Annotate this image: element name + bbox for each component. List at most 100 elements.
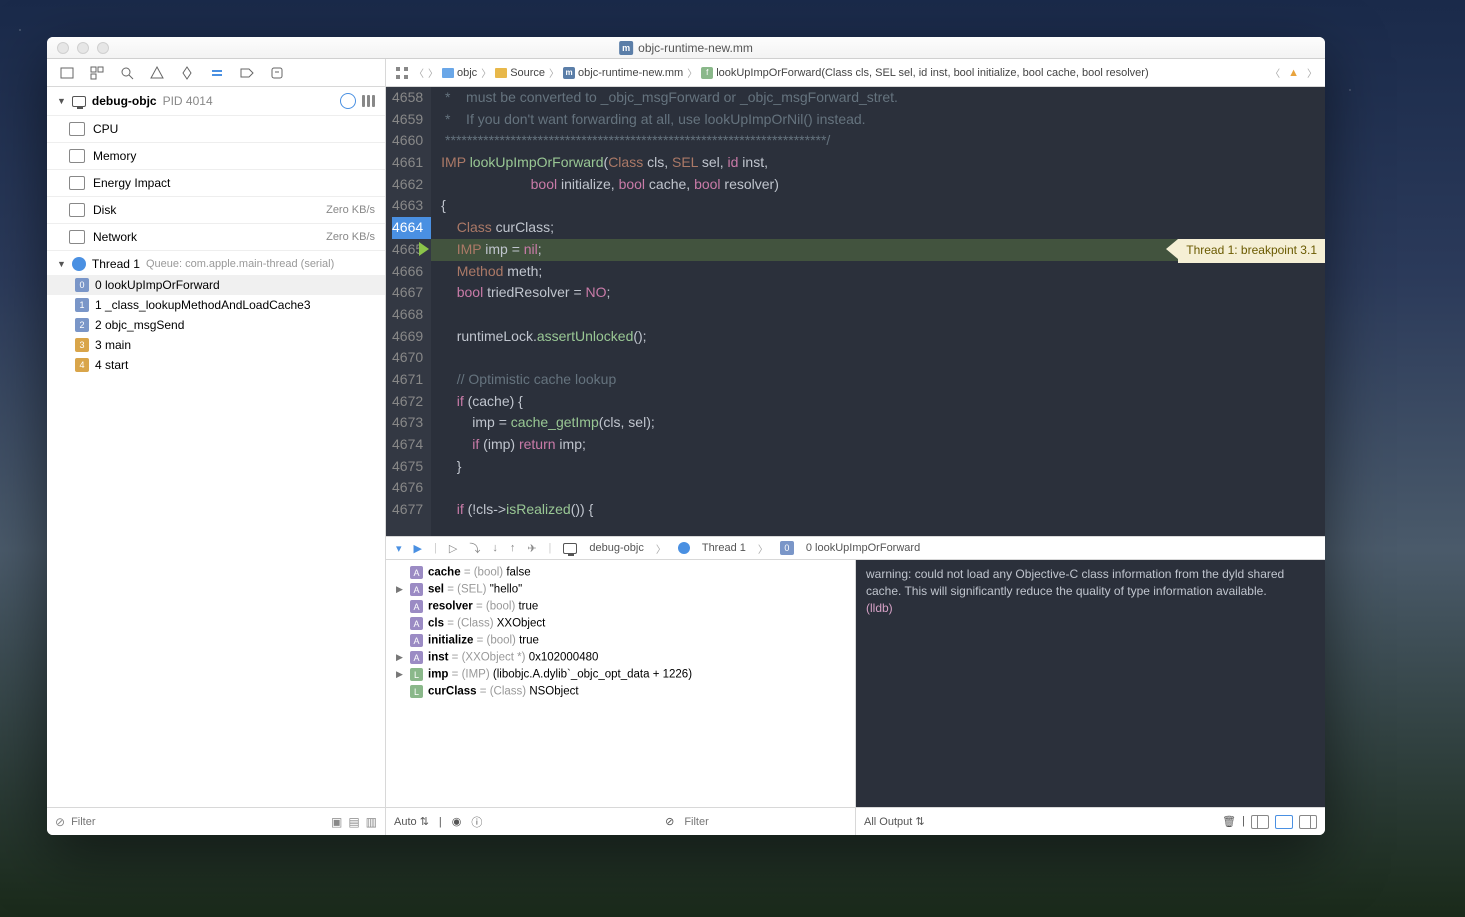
console-prompt[interactable]: (lldb) <box>866 600 1315 617</box>
profile-icon[interactable] <box>340 93 356 109</box>
warning-icon[interactable]: ▲ <box>1288 67 1299 79</box>
jump-symbol[interactable]: flookUpImpOrForward(Class cls, SEL sel, … <box>701 67 1148 79</box>
disclosure-icon[interactable]: ▼ <box>57 259 66 269</box>
bars-icon[interactable] <box>362 95 375 107</box>
variable-row[interactable]: Acls = (Class) XXObject <box>392 615 849 632</box>
code-line[interactable]: if (!cls->isRealized()) { <box>431 499 1325 521</box>
step-out-icon[interactable]: ↑ <box>510 542 516 554</box>
disclosure-icon[interactable]: ▶ <box>396 652 403 663</box>
step-into-icon[interactable]: ↓ <box>492 542 498 554</box>
gauge-row[interactable]: Memory <box>47 143 385 170</box>
console-output[interactable]: warning: could not load any Objective-C … <box>856 560 1325 807</box>
code-line[interactable]: if (cache) { <box>431 391 1325 413</box>
line-number[interactable]: 4660 <box>392 130 423 152</box>
project-nav-icon[interactable] <box>59 65 75 81</box>
code-line[interactable]: Class curClass; <box>431 217 1325 239</box>
code-line[interactable]: * must be converted to _objc_msgForward … <box>431 87 1325 109</box>
line-number[interactable]: 4677 <box>392 499 423 521</box>
breakpoints-icon[interactable]: ▶ <box>414 542 422 555</box>
variable-row[interactable]: ▶Asel = (SEL) "hello" <box>392 581 849 598</box>
disclosure-icon[interactable]: ▶ <box>396 669 403 680</box>
variables-filter-input[interactable] <box>684 816 847 828</box>
zoom-icon[interactable] <box>97 42 109 54</box>
test-nav-icon[interactable] <box>179 65 195 81</box>
debug-view-icon[interactable]: ✈ <box>527 542 536 555</box>
jump-project[interactable]: objc <box>442 67 477 79</box>
line-number[interactable]: 4670 <box>392 347 423 369</box>
stack-frame-row[interactable]: 00 lookUpImpOrForward <box>47 275 385 295</box>
line-number[interactable]: 4676 <box>392 477 423 499</box>
code-line[interactable]: Method meth; <box>431 261 1325 283</box>
gauge-row[interactable]: NetworkZero KB/s <box>47 224 385 251</box>
line-number[interactable]: 4666 <box>392 261 423 283</box>
jump-file[interactable]: mobjc-runtime-new.mm <box>563 67 683 79</box>
stack-frame-row[interactable]: 11 _class_lookupMethodAndLoadCache3 <box>47 295 385 315</box>
code-line[interactable]: bool triedResolver = NO; <box>431 282 1325 304</box>
thread-row[interactable]: ▼ Thread 1 Queue: com.apple.main-thread … <box>47 251 385 275</box>
variables-list[interactable]: Acache = (bool) false▶Asel = (SEL) "hell… <box>386 560 855 807</box>
clear-icon[interactable]: ⊘ <box>55 815 65 829</box>
line-number[interactable]: 4671 <box>392 369 423 391</box>
scope3-icon[interactable]: ▥ <box>366 815 377 829</box>
layout-both-icon[interactable] <box>1275 815 1293 829</box>
line-number[interactable]: 4661 <box>392 152 423 174</box>
code-line[interactable]: imp = cache_getImp(cls, sel); <box>431 412 1325 434</box>
line-number[interactable]: 4675 <box>392 456 423 478</box>
continue-icon[interactable]: ▷ <box>449 542 457 555</box>
code-line[interactable]: * If you don't want forwarding at all, u… <box>431 109 1325 131</box>
debugbar-thread[interactable]: Thread 1 <box>702 542 746 554</box>
debugbar-process[interactable]: debug-objc <box>589 542 643 554</box>
clear-icon[interactable]: ⊘ <box>665 815 674 828</box>
code-line[interactable]: ****************************************… <box>431 130 1325 152</box>
related-items-icon[interactable] <box>394 65 410 81</box>
variable-row[interactable]: Acache = (bool) false <box>392 564 849 581</box>
line-number[interactable]: 4672 <box>392 391 423 413</box>
disclosure-icon[interactable]: ▼ <box>57 96 66 106</box>
issue-nav-icon[interactable] <box>149 65 165 81</box>
code-line[interactable]: // Optimistic cache lookup <box>431 369 1325 391</box>
code-line[interactable]: if (imp) return imp; <box>431 434 1325 456</box>
code-editor[interactable]: 4658465946604661466246634664466546664667… <box>386 87 1325 536</box>
minimize-icon[interactable] <box>77 42 89 54</box>
variable-row[interactable]: Ainitialize = (bool) true <box>392 632 849 649</box>
line-number[interactable]: 4673 <box>392 412 423 434</box>
scope-selector[interactable]: Auto ⇅ <box>394 815 429 828</box>
breakpoint-annotation[interactable]: Thread 1: breakpoint 3.1 <box>1178 239 1325 263</box>
print-icon[interactable]: ⓘ <box>471 814 482 830</box>
code-line[interactable]: IMP imp = nil;Thread 1: breakpoint 3.1 <box>431 239 1325 261</box>
stack-frame-row[interactable]: 22 objc_msgSend <box>47 315 385 335</box>
forward-button[interactable]: 〉 <box>428 65 438 80</box>
filter-input[interactable] <box>71 816 325 828</box>
scope-icon[interactable]: ▣ <box>331 815 342 829</box>
code-line[interactable]: { <box>431 195 1325 217</box>
step-over-icon[interactable]: ⤵ <box>469 540 480 556</box>
variable-row[interactable]: ▶Ainst = (XXObject *) 0x102000480 <box>392 649 849 666</box>
line-number[interactable]: 4659 <box>392 109 423 131</box>
line-number[interactable]: 4674 <box>392 434 423 456</box>
debug-nav-icon[interactable] <box>209 65 225 81</box>
line-number[interactable]: 4662 <box>392 174 423 196</box>
line-number[interactable]: 4663 <box>392 195 423 217</box>
line-number[interactable]: 4658 <box>392 87 423 109</box>
process-row[interactable]: ▼ debug-objc PID 4014 <box>47 87 385 116</box>
layout-right-icon[interactable] <box>1299 815 1317 829</box>
output-scope-selector[interactable]: All Output ⇅ <box>864 815 925 828</box>
variable-row[interactable]: ▶Limp = (IMP) (libobjc.A.dylib`_objc_opt… <box>392 666 849 683</box>
hide-debug-icon[interactable]: ▾ <box>396 542 402 555</box>
line-number[interactable]: 4667 <box>392 282 423 304</box>
trash-icon[interactable]: 🗑 <box>1222 815 1236 829</box>
code-line[interactable] <box>431 347 1325 369</box>
line-number[interactable]: 4669 <box>392 326 423 348</box>
scope2-icon[interactable]: ▤ <box>348 815 359 829</box>
back-button[interactable]: 〈 <box>414 65 424 80</box>
breakpoint-nav-icon[interactable] <box>239 65 255 81</box>
code-line[interactable]: bool initialize, bool cache, bool resolv… <box>431 174 1325 196</box>
layout-left-icon[interactable] <box>1251 815 1269 829</box>
prev-issue-icon[interactable]: 〈 <box>1270 65 1280 80</box>
line-number[interactable]: 4664 <box>392 217 431 239</box>
variable-row[interactable]: Aresolver = (bool) true <box>392 598 849 615</box>
quicklook-icon[interactable]: ◉ <box>452 815 462 828</box>
stack-frame-row[interactable]: 44 start <box>47 355 385 375</box>
search-icon[interactable] <box>119 65 135 81</box>
gauge-row[interactable]: Energy Impact <box>47 170 385 197</box>
